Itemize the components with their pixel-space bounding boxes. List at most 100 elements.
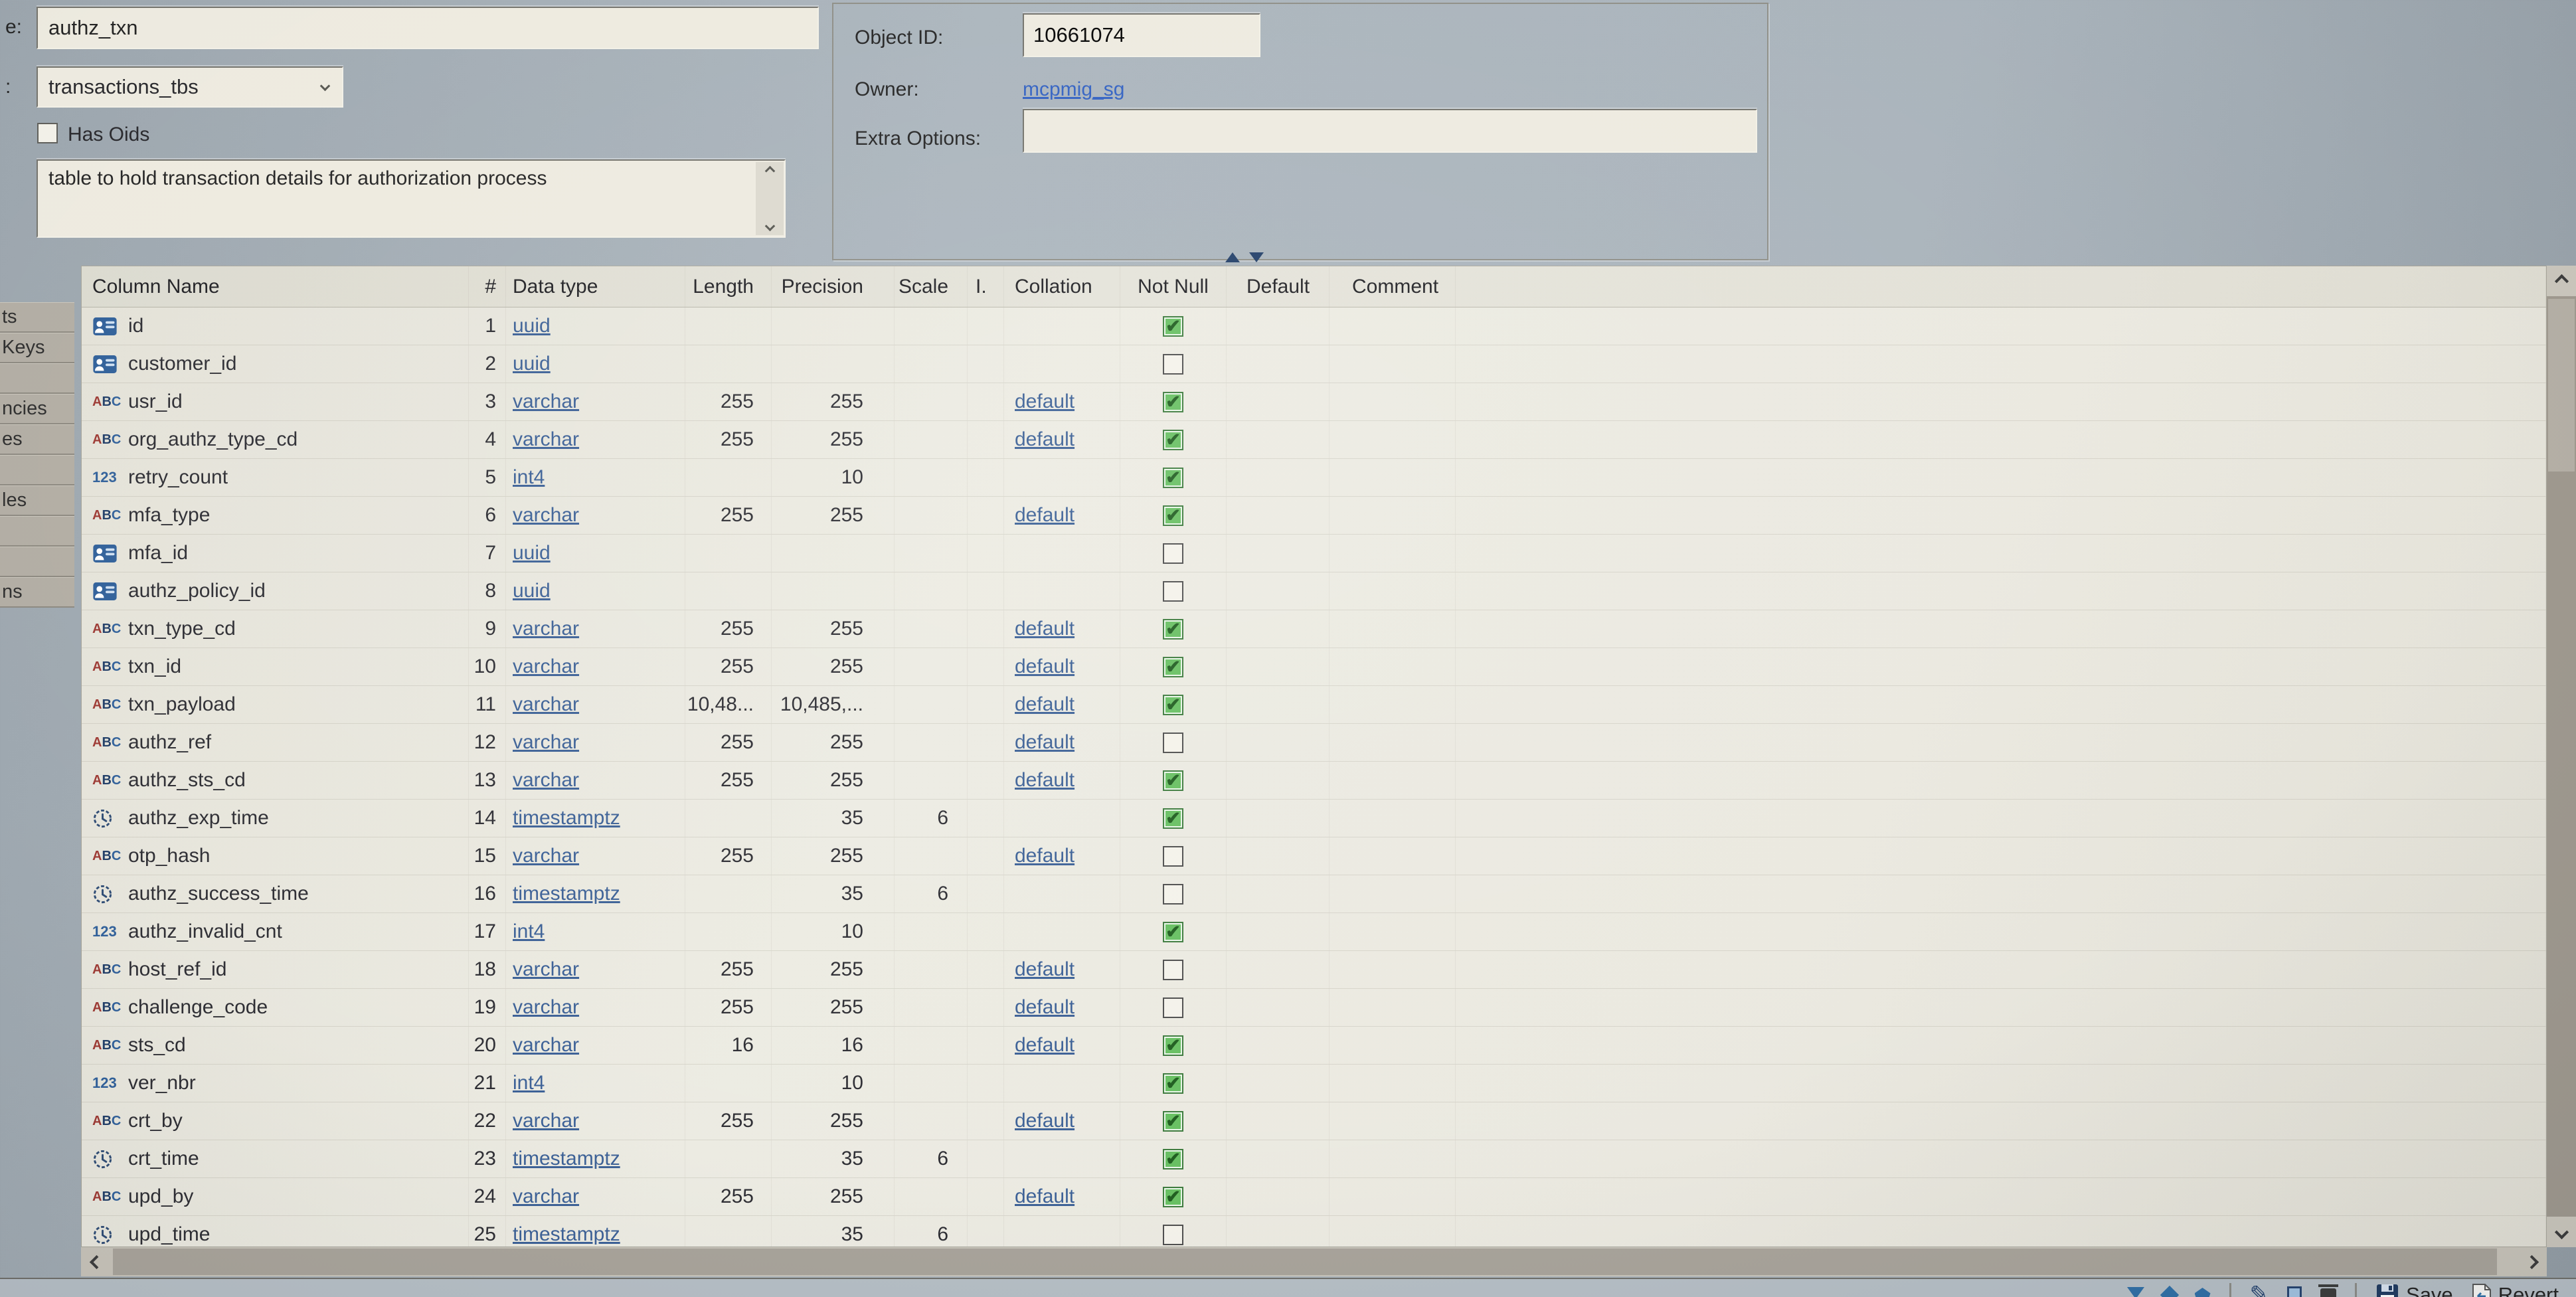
data-type-link[interactable]: varchar (513, 731, 579, 754)
owner-link[interactable]: mcpmig_sg (1023, 78, 1124, 101)
column-name-cell[interactable]: ABCupd_by (82, 1178, 469, 1215)
not-null-checkbox[interactable]: ✔ (1163, 770, 1183, 791)
data-type-link[interactable]: uuid (513, 315, 551, 337)
scroll-down-button[interactable] (2547, 1217, 2576, 1247)
collation-default-link[interactable]: default (1015, 1110, 1074, 1132)
not-null-checkbox[interactable]: ✔ (1163, 1187, 1183, 1207)
column-header-not-null[interactable]: Not Null (1120, 266, 1227, 307)
column-header-precision[interactable]: Precision (772, 266, 895, 307)
data-type-link[interactable]: timestamptz (513, 1223, 620, 1246)
move-down-icon[interactable] (1249, 252, 1264, 262)
table-description-input[interactable]: table to hold transaction details for au… (37, 159, 786, 238)
table-row[interactable]: ABCotp_hash15varchar255255default (82, 837, 2546, 875)
collation-default-link[interactable]: default (1015, 428, 1074, 451)
collation-default-link[interactable]: default (1015, 693, 1074, 716)
table-row[interactable]: 123authz_invalid_cnt17int410✔ (82, 913, 2546, 951)
table-row[interactable]: ABChost_ref_id18varchar255255default (82, 951, 2546, 989)
collation-default-link[interactable]: default (1015, 769, 1074, 792)
column-name-cell[interactable]: ABCtxn_payload (82, 686, 469, 723)
side-tab-item-5[interactable] (0, 455, 74, 485)
table-row[interactable]: ABCcrt_by22varchar255255default✔ (82, 1102, 2546, 1140)
column-header-i-[interactable]: I. (968, 266, 1004, 307)
column-header-scale[interactable]: Scale (895, 266, 968, 307)
vertical-scrollbar-thumb[interactable] (2548, 299, 2575, 472)
scroll-down-icon[interactable] (764, 221, 775, 232)
table-row[interactable]: ABCmfa_type6varchar255255default✔ (82, 497, 2546, 535)
horizontal-scrollbar-thumb[interactable] (113, 1249, 2497, 1275)
not-null-checkbox[interactable]: ✔ (1163, 619, 1183, 640)
column-name-cell[interactable]: id (82, 307, 469, 345)
column-name-cell[interactable]: 123ver_nbr (82, 1065, 469, 1102)
not-null-checkbox[interactable]: ✔ (1163, 922, 1183, 942)
data-type-link[interactable]: timestamptz (513, 807, 620, 829)
not-null-checkbox[interactable] (1163, 581, 1183, 602)
data-type-link[interactable]: varchar (513, 504, 579, 527)
not-null-checkbox[interactable]: ✔ (1163, 808, 1183, 829)
column-icon[interactable] (2287, 1283, 2302, 1297)
column-header-comment[interactable]: Comment (1330, 266, 1456, 307)
table-row[interactable]: ABCsts_cd20varchar1616default✔ (82, 1027, 2546, 1065)
column-name-cell[interactable]: ABCcrt_by (82, 1102, 469, 1140)
collation-default-link[interactable]: default (1015, 618, 1074, 640)
data-type-link[interactable]: varchar (513, 655, 579, 678)
column-name-cell[interactable]: authz_success_time (82, 875, 469, 912)
table-row[interactable]: authz_success_time16timestamptz356 (82, 875, 2546, 913)
data-type-link[interactable]: varchar (513, 1034, 579, 1057)
table-row[interactable]: ABCauthz_sts_cd13varchar255255default✔ (82, 762, 2546, 800)
not-null-checkbox[interactable]: ✔ (1163, 657, 1183, 677)
delete-icon[interactable] (2320, 1283, 2336, 1297)
collation-default-link[interactable]: default (1015, 958, 1074, 981)
not-null-checkbox[interactable] (1163, 884, 1183, 905)
diamond-icon[interactable] (2163, 1283, 2176, 1297)
data-type-link[interactable]: int4 (513, 466, 545, 489)
column-name-cell[interactable]: ABCusr_id (82, 383, 469, 420)
edit-pencil-icon[interactable]: ✎ (2250, 1283, 2269, 1297)
table-row[interactable]: ABCupd_by24varchar255255default✔ (82, 1178, 2546, 1216)
horizontal-scrollbar[interactable] (81, 1247, 2547, 1276)
table-name-input[interactable] (37, 7, 819, 49)
data-type-link[interactable]: timestamptz (513, 1148, 620, 1170)
revert-button[interactable]: Revert (2472, 1283, 2559, 1297)
scroll-up-icon[interactable] (764, 166, 775, 177)
column-name-cell[interactable]: ABCchallenge_code (82, 989, 469, 1026)
data-type-link[interactable]: varchar (513, 693, 579, 716)
data-type-link[interactable]: varchar (513, 428, 579, 451)
data-type-link[interactable]: varchar (513, 996, 579, 1019)
description-scrollbar[interactable] (756, 162, 784, 235)
table-row[interactable]: ABCtxn_type_cd9varchar255255default✔ (82, 610, 2546, 648)
column-header-collation[interactable]: Collation (1004, 266, 1120, 307)
column-name-cell[interactable]: ABCotp_hash (82, 837, 469, 875)
table-row[interactable]: customer_id2uuid (82, 345, 2546, 383)
not-null-checkbox[interactable] (1163, 733, 1183, 753)
data-type-link[interactable]: varchar (513, 769, 579, 792)
pentagon-icon[interactable] (2195, 1283, 2211, 1297)
not-null-checkbox[interactable] (1163, 543, 1183, 564)
column-header-column-name[interactable]: Column Name (82, 266, 469, 307)
table-row[interactable]: upd_time25timestamptz356 (82, 1216, 2546, 1247)
not-null-checkbox[interactable] (1163, 997, 1183, 1018)
side-tab-ts[interactable]: ts (0, 302, 74, 333)
column-name-cell[interactable]: ABCtxn_type_cd (82, 610, 469, 648)
side-tab-item-8[interactable] (0, 547, 74, 577)
column-name-cell[interactable]: ABCmfa_type (82, 497, 469, 534)
extra-options-input[interactable] (1023, 109, 1757, 153)
table-row[interactable]: id1uuid✔ (82, 307, 2546, 345)
scroll-left-button[interactable] (81, 1247, 112, 1276)
table-row[interactable]: authz_policy_id8uuid (82, 572, 2546, 610)
not-null-checkbox[interactable] (1163, 354, 1183, 375)
column-name-cell[interactable]: ABCtxn_id (82, 648, 469, 685)
table-row[interactable]: ABCusr_id3varchar255255default✔ (82, 383, 2546, 421)
not-null-checkbox[interactable]: ✔ (1163, 1111, 1183, 1132)
data-type-link[interactable]: uuid (513, 580, 551, 602)
not-null-checkbox[interactable]: ✔ (1163, 392, 1183, 412)
object-id-input[interactable] (1023, 13, 1260, 57)
data-type-link[interactable]: int4 (513, 1072, 545, 1094)
not-null-checkbox[interactable]: ✔ (1163, 1073, 1183, 1094)
side-tab-item-2[interactable] (0, 363, 74, 394)
side-tab-ncies[interactable]: ncies (0, 394, 74, 424)
table-row[interactable]: ABCauthz_ref12varchar255255default (82, 724, 2546, 762)
data-type-link[interactable]: varchar (513, 618, 579, 640)
has-oids-checkbox[interactable] (37, 123, 58, 143)
side-tab-Keys[interactable]: Keys (0, 333, 74, 363)
not-null-checkbox[interactable]: ✔ (1163, 695, 1183, 715)
